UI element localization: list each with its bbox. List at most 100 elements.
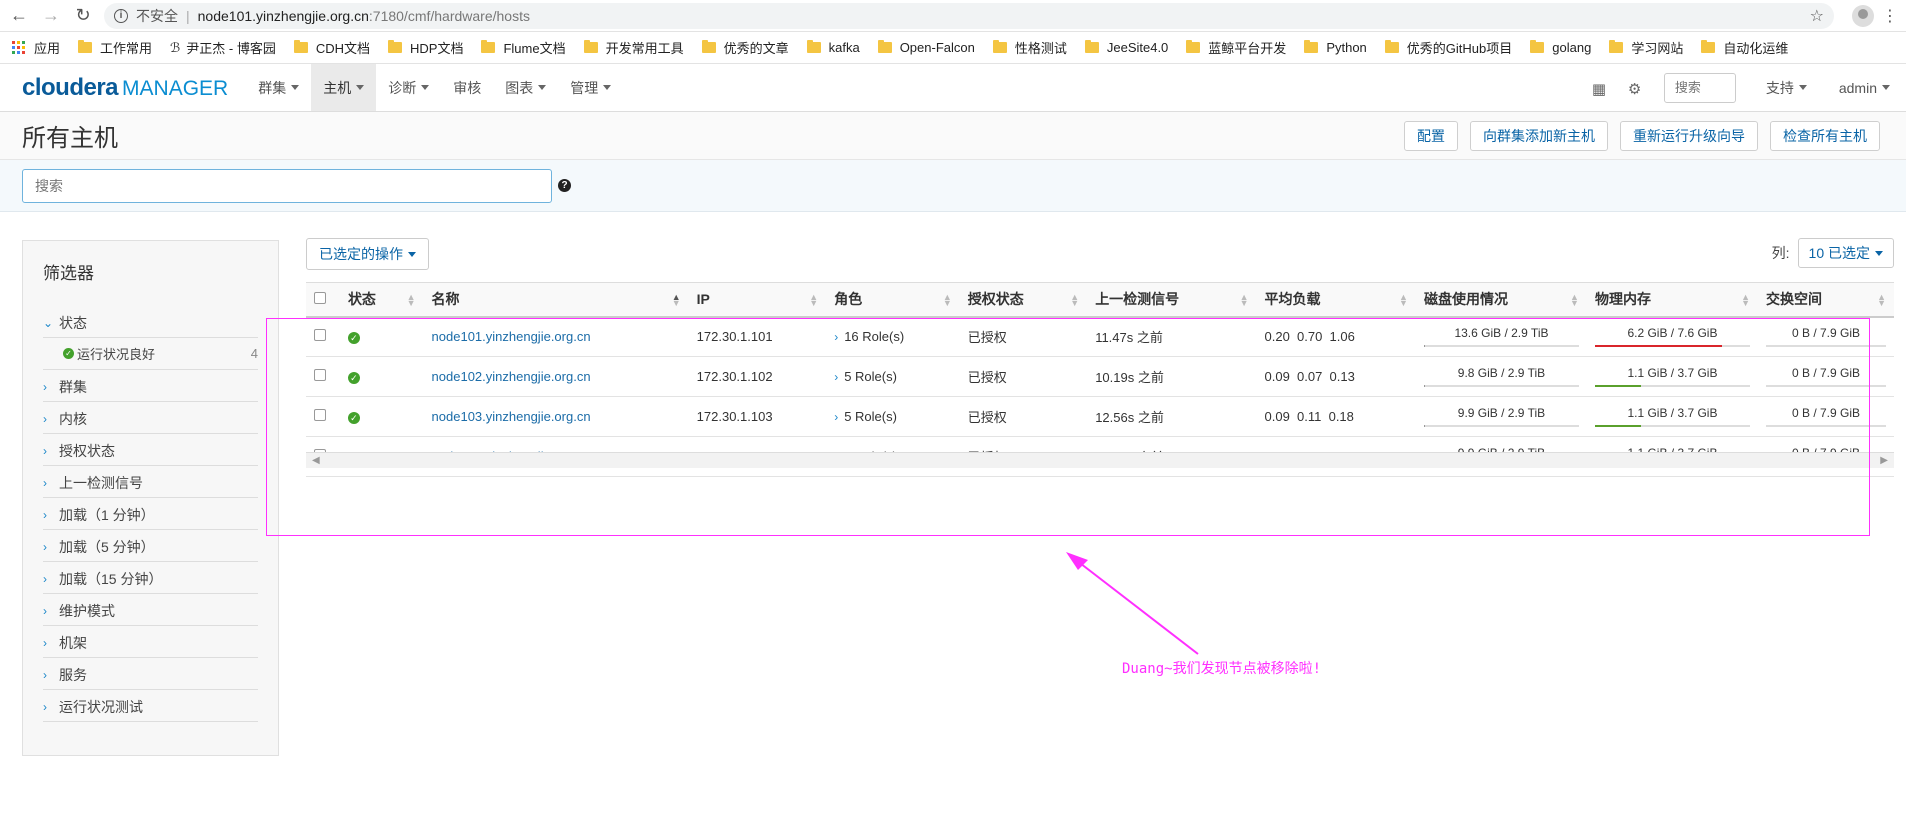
bookmark-item[interactable]: 性格测试	[992, 38, 1067, 57]
bookmark-item[interactable]: JeeSite4.0	[1084, 40, 1168, 55]
url-separator: |	[186, 7, 190, 24]
col-roles[interactable]: 角色 ▲ ▼	[826, 283, 960, 317]
nav-charts[interactable]: 图表	[493, 64, 558, 111]
roles-toggle[interactable]: ›5 Role(s)	[834, 369, 952, 384]
configuration-button[interactable]: 配置	[1404, 120, 1458, 151]
row-checkbox[interactable]	[314, 369, 326, 381]
nav-admin[interactable]: 管理	[558, 64, 623, 111]
support-menu[interactable]: 支持	[1750, 78, 1823, 98]
nav-hosts[interactable]: 主机	[311, 64, 377, 111]
filter-status[interactable]: ⌄ 状态	[43, 306, 258, 338]
header-search-input[interactable]	[1663, 72, 1736, 103]
col-auth[interactable]: 授权状态 ▲ ▼	[960, 283, 1087, 317]
last-heartbeat: 10.19s 之前	[1095, 370, 1164, 385]
info-icon[interactable]: i	[114, 8, 128, 23]
nav-clusters[interactable]: 群集	[246, 64, 311, 111]
bookmark-item[interactable]: kafka	[806, 40, 860, 55]
row-checkbox[interactable]	[314, 409, 326, 421]
filter-group[interactable]: › 上一检测信号	[43, 466, 258, 498]
select-all-checkbox[interactable]	[314, 292, 326, 305]
bookmark-item[interactable]: 自动化运维	[1701, 38, 1788, 57]
help-icon[interactable]: ?	[558, 179, 571, 192]
horizontal-scrollbar[interactable]: ◀ ▶	[306, 452, 1894, 468]
bookmark-item[interactable]: Python	[1304, 40, 1367, 55]
load-average: 0.20 0.70 1.06	[1264, 329, 1355, 345]
roles-toggle[interactable]: ›5 Role(s)	[834, 409, 952, 424]
bookmark-label: kafka	[828, 40, 860, 55]
roles-toggle[interactable]: › 16 Role(s)	[834, 329, 952, 344]
col-heartbeat[interactable]: 上一检测信号 ▲ ▼	[1087, 283, 1256, 317]
bookmark-item[interactable]: 开发常用工具	[583, 38, 684, 57]
bulk-actions-button[interactable]: 已选定的操作	[306, 238, 429, 270]
bookmark-item[interactable]: Flume文档	[481, 38, 566, 57]
bookmark-item[interactable]: Open-Falcon	[877, 40, 975, 55]
cloudera-logo[interactable]: cloudera MANAGER	[22, 74, 228, 102]
inspect-all-hosts-button[interactable]: 检查所有主机	[1770, 120, 1880, 151]
select-all-header[interactable]	[306, 283, 340, 317]
col-swap[interactable]: 交换空间 ▲ ▼	[1758, 283, 1894, 317]
columns-selector[interactable]: 10 已选定	[1797, 238, 1894, 268]
browser-menu-icon[interactable]: ⋮	[1882, 6, 1898, 26]
host-name-link[interactable]: node103.yinzhengjie.org.cn	[432, 409, 591, 424]
filter-group[interactable]: › 授权状态	[43, 434, 258, 466]
folder-icon	[583, 40, 598, 53]
col-ip[interactable]: IP ▲ ▼	[689, 283, 827, 317]
filter-group[interactable]: › 加载（1 分钟）	[43, 498, 258, 530]
address-bar[interactable]: i 不安全 | node101.yinzhengjie.org.cn :7180…	[104, 2, 1834, 29]
app-header: cloudera MANAGER 群集 主机 诊断 审核 图表 管理 ▦ ⚙ 支…	[0, 64, 1906, 112]
forward-icon[interactable]: →	[38, 3, 64, 29]
chevron-down-icon	[1798, 85, 1807, 90]
blog-icon: ℬ	[170, 39, 181, 55]
scroll-left-icon[interactable]: ◀	[312, 455, 320, 466]
filter-group[interactable]: › 内核	[43, 402, 258, 434]
bookmark-label: golang	[1552, 40, 1592, 55]
col-memory[interactable]: 物理内存 ▲ ▼	[1587, 283, 1758, 317]
bookmark-item[interactable]: 优秀的GitHub项目	[1384, 38, 1513, 57]
host-ip: 172.30.1.102	[696, 369, 773, 384]
bookmark-label: Open-Falcon	[899, 40, 975, 55]
add-hosts-button[interactable]: 向群集添加新主机	[1470, 120, 1608, 151]
bookmark-label: 自动化运维	[1723, 41, 1789, 56]
filter-group[interactable]: › 加载（5 分钟）	[43, 530, 258, 562]
memory-usage-fill	[1594, 425, 1642, 427]
bookmark-apps[interactable]: 应用	[12, 38, 60, 57]
filter-group[interactable]: › 加载（15 分钟）	[43, 562, 258, 594]
profile-avatar[interactable]	[1852, 4, 1874, 27]
nav-audits[interactable]: 审核	[441, 64, 493, 111]
filter-status-good[interactable]: ✓ 运行状况良好 4	[43, 338, 258, 370]
user-menu[interactable]: admin	[1823, 80, 1906, 96]
chevron-down-icon: ⌄	[43, 315, 54, 330]
reload-icon[interactable]: ↻	[70, 3, 96, 29]
bookmark-item[interactable]: ℬ 尹正杰 - 博客园	[170, 38, 276, 57]
bookmark-item[interactable]: CDH文档	[293, 38, 370, 57]
filter-group[interactable]: › 维护模式	[43, 594, 258, 626]
back-icon[interactable]: ←	[6, 3, 32, 29]
filter-group[interactable]: › 服务	[43, 658, 258, 690]
bookmark-item[interactable]: 学习网站	[1609, 38, 1683, 57]
rerun-upgrade-wizard-button[interactable]: 重新运行升级向导	[1620, 120, 1758, 151]
col-status[interactable]: 状态 ▲ ▼	[340, 283, 424, 317]
bookmark-item[interactable]: HDP文档	[388, 38, 463, 57]
filter-group[interactable]: › 群集	[43, 370, 258, 402]
bookmark-item[interactable]: 工作常用	[78, 38, 152, 57]
host-name-link[interactable]: node102.yinzhengjie.org.cn	[432, 369, 591, 384]
chevron-right-icon: ›	[43, 411, 47, 426]
sort-icon: ▲ ▼	[1070, 292, 1080, 308]
bookmark-item[interactable]: 优秀的文章	[701, 38, 789, 57]
row-checkbox[interactable]	[314, 329, 326, 342]
filter-group[interactable]: › 机架	[43, 626, 258, 658]
host-name-link[interactable]: node101.yinzhengjie.org.cn	[432, 329, 591, 344]
col-disk[interactable]: 磁盘使用情况 ▲ ▼	[1416, 283, 1587, 317]
host-search-input[interactable]	[22, 168, 552, 203]
parcel-icon[interactable]: ▦	[1592, 80, 1610, 98]
bookmark-star-icon[interactable]: ☆	[1810, 6, 1824, 26]
scroll-right-icon[interactable]: ▶	[1880, 455, 1888, 466]
bookmark-item[interactable]: 蓝鲸平台开发	[1186, 38, 1286, 57]
nav-diagnostics[interactable]: 诊断	[376, 64, 441, 111]
tasks-icon[interactable]: ⚙	[1628, 80, 1646, 98]
bookmark-label: 优秀的GitHub项目	[1406, 41, 1513, 56]
bookmark-item[interactable]: golang	[1530, 40, 1591, 55]
filter-group[interactable]: › 运行状况测试	[43, 690, 258, 722]
col-name[interactable]: 名称 ▲ ▼	[424, 283, 689, 317]
col-load[interactable]: 平均负载 ▲ ▼	[1257, 283, 1416, 317]
